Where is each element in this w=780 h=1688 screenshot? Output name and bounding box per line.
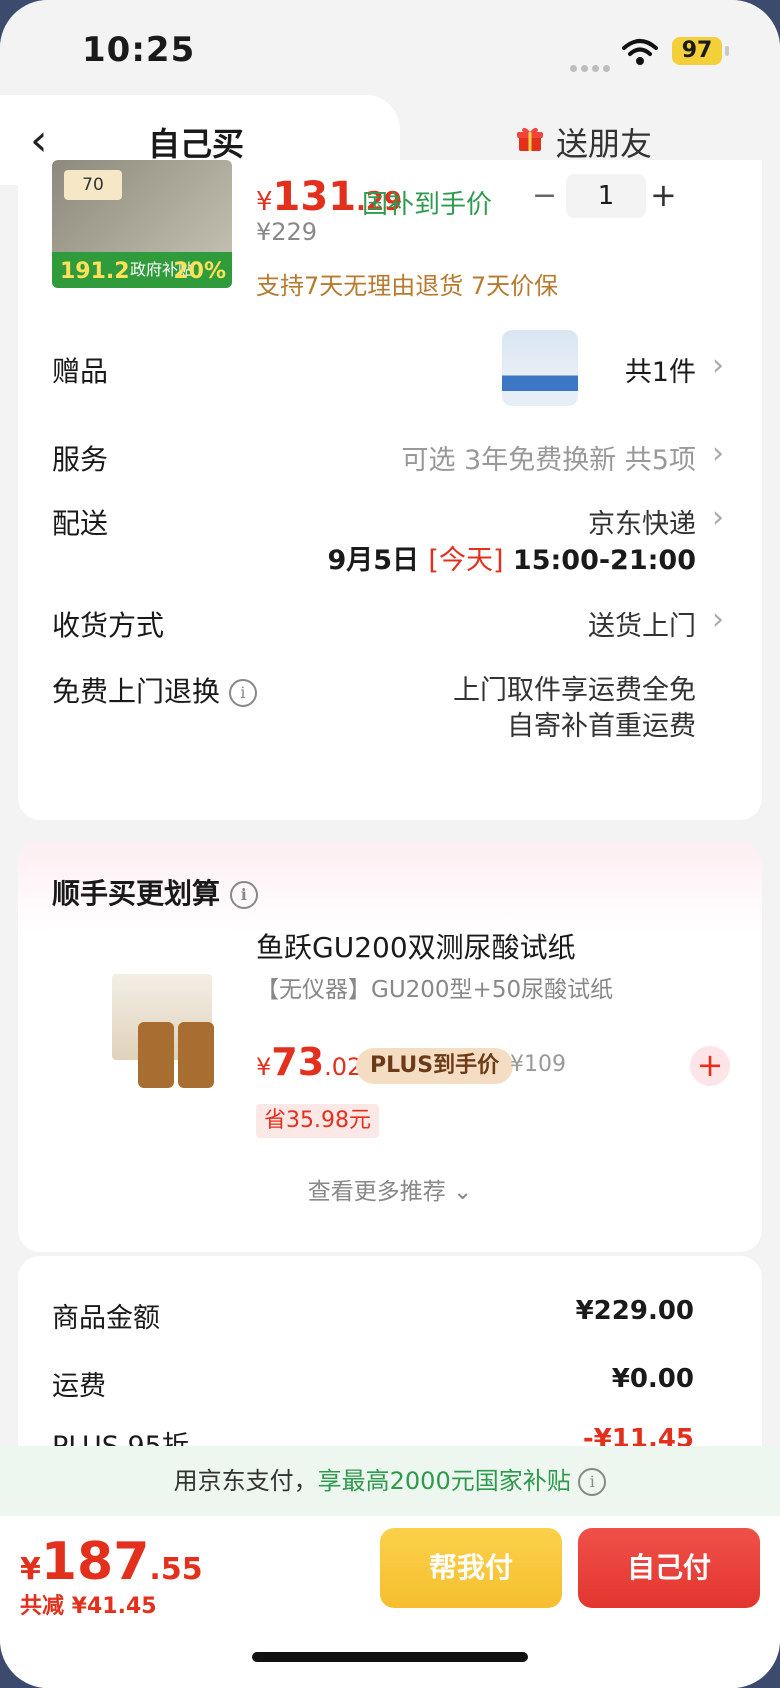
recommend-product-thumbnail[interactable] [52, 926, 232, 1106]
home-indicator[interactable] [252, 1652, 528, 1662]
free-return-line2: 自寄补首重运费 [507, 711, 696, 742]
subsidy-label: 国补到手价 [362, 190, 493, 220]
total-currency: ¥ [20, 1552, 41, 1587]
signal-dots-icon [570, 57, 614, 76]
tab-friend[interactable]: 送朋友 [556, 119, 652, 165]
recommend-product-subtitle: 【无仪器】GU200型+50尿酸试纸 [256, 977, 614, 1003]
delivery-date: 9月5日 [327, 545, 420, 576]
info-icon[interactable]: i [228, 679, 257, 707]
service-value[interactable]: 可选 3年免费换新 共5项 [401, 438, 696, 477]
wifi-icon [622, 39, 658, 65]
total-decimal: .55 [149, 1552, 203, 1587]
delivery-carrier[interactable]: 京东快递 [588, 502, 696, 541]
quantity-increase-button[interactable]: + [650, 176, 677, 214]
thumb-coupon-tag: 70 [64, 170, 122, 200]
delivery-label: 配送 [52, 507, 109, 540]
service-chevron-icon[interactable]: › [712, 436, 724, 471]
add-recommend-button[interactable]: + [690, 1046, 730, 1086]
free-return-line1: 上门取件享运费全免 [453, 675, 696, 706]
recommend-original-price: ¥109 [510, 1052, 566, 1077]
recommend-price: ¥73.02 [256, 1040, 362, 1084]
delivery-time: 15:00-21:00 [512, 545, 696, 576]
recommend-info-icon[interactable]: i [229, 881, 258, 909]
delivery-today-tag: [今天] [428, 545, 504, 576]
pay-myself-button[interactable]: 自己付 [578, 1528, 760, 1608]
original-price: ¥229 [256, 218, 318, 246]
shipping-label: 运费 [52, 1371, 106, 1402]
receive-method-label: 收货方式 [52, 609, 165, 642]
status-time: 10:25 [82, 30, 196, 70]
recommend-title: 顺手买更划算 i [52, 872, 258, 912]
recommend-product-title[interactable]: 鱼跃GU200双测尿酸试纸 [256, 926, 576, 966]
total-integer: 187 [40, 1532, 150, 1592]
pay-info-icon[interactable]: i [578, 1468, 607, 1496]
quantity-decrease-button[interactable]: − [532, 178, 557, 213]
pay-banner-prefix: 用京东支付， [173, 1467, 318, 1495]
jd-pay-banner[interactable]: 用京东支付，享最高2000元国家补贴 i [0, 1446, 780, 1516]
thumb-bottle [138, 1022, 174, 1088]
tab-self-label: 自己买 [148, 125, 245, 163]
gift-thumbnail[interactable] [502, 330, 578, 406]
price-integer: 131 [272, 174, 357, 220]
free-return-label: 免费上门退换 i [52, 670, 257, 710]
return-policy: 支持7天无理由退货 7天价保 [256, 272, 559, 300]
thumb-percent: 20% [173, 259, 226, 284]
gift-count[interactable]: 共1件 [625, 350, 696, 389]
goods-amount-label: 商品金额 [52, 1303, 160, 1334]
product-thumbnail[interactable]: 70 191.2 政府补贴 20% [52, 160, 232, 288]
rec-price-integer: 73 [271, 1040, 325, 1084]
quantity-input[interactable]: 1 [566, 174, 646, 218]
delivery-schedule[interactable]: 9月5日 [今天] 15:00-21:00 [327, 538, 696, 577]
total-reduction: 共减 ¥41.45 [20, 1594, 157, 1619]
total-price: ¥187.55 [20, 1532, 203, 1592]
phone-screen: 10:25 97 ‹ 自己买 送朋友 70 191.2 政府补贴 20% ¥13… [0, 0, 780, 1688]
receive-method-value[interactable]: 送货上门 [588, 604, 696, 643]
service-label: 服务 [52, 443, 109, 476]
back-chevron-icon[interactable]: ‹ [30, 115, 48, 166]
plus-price-tag: PLUS到手价 [356, 1048, 514, 1084]
battery-indicator: 97 [672, 37, 722, 65]
goods-amount-value: ¥229.00 [575, 1296, 694, 1326]
thumb-price: 191.2 [60, 259, 130, 284]
receive-chevron-icon[interactable]: › [712, 602, 724, 637]
help-me-pay-button[interactable]: 帮我付 [380, 1528, 562, 1608]
status-bar: 10:25 97 [0, 0, 780, 100]
shipping-value: ¥0.00 [611, 1364, 694, 1394]
delivery-chevron-icon[interactable]: › [712, 500, 724, 535]
checkout-bar: ¥187.55 共减 ¥41.45 帮我付 自己付 [0, 1516, 780, 1688]
thumb-bottle [178, 1022, 214, 1088]
recommend-card: 顺手买更划算 i 鱼跃GU200双测尿酸试纸 【无仪器】GU200型+50尿酸试… [18, 842, 762, 1252]
gift-icon [517, 127, 543, 151]
gift-chevron-icon[interactable]: › [712, 348, 724, 383]
battery-tip [725, 46, 729, 56]
free-return-text: 免费上门退换 [52, 675, 221, 708]
save-amount-badge: 省35.98元 [256, 1104, 379, 1138]
recommend-title-text: 顺手买更划算 [52, 877, 221, 910]
order-detail-card: 70 191.2 政府补贴 20% ¥131.29 国补到手价 ¥229 支持7… [18, 160, 762, 820]
gift-label: 赠品 [52, 355, 109, 388]
pay-banner-highlight: 享最高2000元国家补贴 [317, 1467, 571, 1495]
more-recommend-link[interactable]: 查看更多推荐 ⌄ [18, 1172, 762, 1206]
rec-price-currency: ¥ [256, 1053, 272, 1081]
price-currency: ¥ [256, 187, 273, 217]
